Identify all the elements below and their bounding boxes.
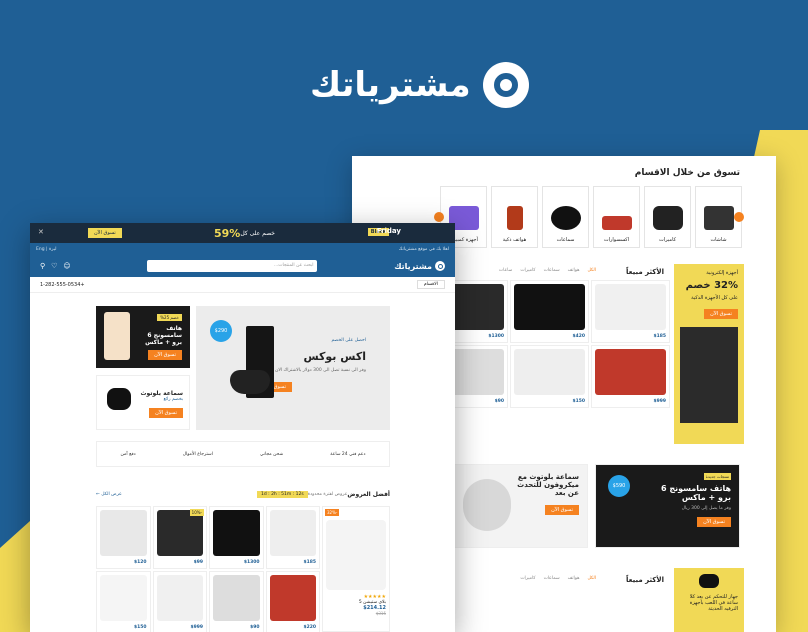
site-logo[interactable]: مشترياتك bbox=[394, 261, 445, 271]
brand-header: مشترياتك bbox=[310, 62, 529, 108]
section-tabs-2: الكل هواتف سماعات كاميرات bbox=[520, 576, 596, 581]
side-banner-button[interactable]: تسوق الآن bbox=[149, 408, 183, 418]
hero-kicker: احصل على الخصم bbox=[331, 338, 366, 343]
speaker-banner: سماعة بلوتوث مع ميكروفون للتحدث عن بعد ت… bbox=[448, 464, 588, 548]
hero-title: اكس بوكس bbox=[303, 350, 366, 363]
cart-icon[interactable]: ⚲ bbox=[40, 262, 45, 270]
services-bar: دعم فني 24 ساعة شحن مجاني استرجاع الأموا… bbox=[96, 441, 390, 467]
product-card[interactable]: $90 bbox=[209, 571, 264, 632]
category-tile[interactable]: اكسسوارات bbox=[593, 186, 640, 248]
brand-name: مشترياتك bbox=[310, 65, 471, 105]
categories-title: تسوق من خلال الاقسام bbox=[634, 168, 740, 178]
hero-slider: احصل على الخصم اكس بوكس وفر الى نسبة تصل… bbox=[196, 306, 390, 430]
service-item: استرجاع الأموال bbox=[182, 451, 213, 457]
categories-row: شاشات كاميرات اكسسوارات سماعات هواتف ذكي… bbox=[440, 186, 742, 248]
deals-title: أفضل العروض bbox=[347, 490, 390, 498]
promo-banner-2: جهاز للتحكم عن بعد كلا ساعة في اللعب بأج… bbox=[674, 568, 744, 632]
user-icon[interactable]: ☺ bbox=[63, 262, 70, 270]
product-card[interactable]: $150 bbox=[96, 571, 151, 632]
brand-logo-icon bbox=[482, 62, 529, 108]
featured-deal-card[interactable]: -32% ★★★★★ بلاي ستيشن 5 $214.12 $315 bbox=[322, 506, 390, 632]
tab[interactable]: ساعات bbox=[499, 268, 512, 273]
close-icon[interactable]: ✕ bbox=[38, 228, 44, 236]
tab[interactable]: هواتف bbox=[568, 576, 580, 581]
banner-button[interactable]: تسوق الآن bbox=[545, 505, 579, 515]
categories-dropdown[interactable]: الاقسام bbox=[416, 280, 445, 289]
tab[interactable]: الكل bbox=[587, 576, 596, 581]
deals-subtitle: عروض لفترة محدودة bbox=[307, 491, 348, 497]
next-arrow-icon[interactable] bbox=[734, 212, 744, 222]
promo-text: خصم على كل bbox=[240, 229, 276, 237]
tab[interactable]: كاميرات bbox=[520, 268, 535, 273]
product-card[interactable]: $185 bbox=[591, 280, 670, 343]
deals-timer: 1d : 2h : 51m : 12s bbox=[256, 490, 308, 498]
welcome-text: اهلا بك في موقع مشترياتك bbox=[398, 246, 449, 252]
product-card[interactable]: $120 bbox=[96, 506, 151, 569]
side-banner-button[interactable]: تسوق الآن bbox=[148, 350, 182, 360]
category-tile[interactable]: هواتف ذكية bbox=[491, 186, 538, 248]
prev-arrow-icon[interactable] bbox=[434, 212, 444, 222]
topbar-shop-button[interactable]: تسوق الآن bbox=[88, 228, 122, 238]
product-card[interactable]: $1300 bbox=[209, 506, 264, 569]
side-banner-phone: خصم 25% هاتف سامسونج 6 برو + ماكس تسوق ا… bbox=[96, 306, 190, 368]
promo-topbar: Black Friday خصم على كل 59% تسوق الآن ✕ bbox=[30, 223, 455, 243]
product-card[interactable]: $999 bbox=[152, 571, 207, 632]
category-tile[interactable]: كاميرات bbox=[644, 186, 691, 248]
search-input[interactable]: ابحث عن المنتجات... bbox=[147, 260, 318, 272]
nav-bar: الاقسام +1-282-555-0534 bbox=[30, 277, 455, 293]
promo-button[interactable]: تسوق الآن bbox=[704, 309, 738, 319]
section-title-2: الأكثر مبيعاً bbox=[626, 576, 664, 584]
logo-icon bbox=[435, 261, 445, 271]
service-item: دعم فني 24 ساعة bbox=[330, 451, 366, 457]
side-banner-earbuds: سماعة بلوتوث بخصم رائع تسوق الآن bbox=[96, 375, 190, 430]
tab[interactable]: كاميرات bbox=[520, 576, 535, 581]
service-item: شحن مجاني bbox=[259, 451, 284, 457]
language-currency[interactable]: ليرة | Eng bbox=[36, 247, 57, 252]
promo-percent: 59% bbox=[213, 226, 241, 240]
category-tile[interactable]: سماعات bbox=[542, 186, 589, 248]
section-tabs: الكل هواتف سماعات كاميرات ساعات bbox=[499, 268, 596, 273]
featured-deal-old-price: $315 bbox=[375, 611, 386, 616]
deals-header: أفضل العروض عروض لفترة محدودة 1d : 2h : … bbox=[96, 488, 390, 500]
promo-banner: أجهزة إلكترونية 32% خصم على كل الأجهزة ا… bbox=[674, 264, 744, 444]
new-phone-banner: منتجات جديدة هاتف سامسونج 6 برو + ماكس و… bbox=[595, 464, 740, 548]
service-item: دفع آمن bbox=[120, 451, 136, 457]
banner-button[interactable]: تسوق الآن bbox=[697, 517, 731, 527]
tab[interactable]: الكل bbox=[587, 268, 596, 273]
product-card[interactable]: $420 bbox=[510, 280, 589, 343]
product-card[interactable]: $999 bbox=[591, 345, 670, 408]
view-all-link[interactable]: عرض الكل ← bbox=[96, 492, 122, 497]
header-icons: ☺ ♡ ⚲ bbox=[40, 262, 71, 270]
front-page-preview: Black Friday خصم على كل 59% تسوق الآن ✕ … bbox=[30, 223, 455, 632]
product-card[interactable]: $185 bbox=[265, 506, 320, 569]
tab[interactable]: سماعات bbox=[544, 576, 560, 581]
site-header: مشترياتك ابحث عن المنتجات... ☺ ♡ ⚲ bbox=[30, 255, 455, 277]
heart-icon[interactable]: ♡ bbox=[51, 262, 57, 270]
tab[interactable]: هواتف bbox=[568, 268, 580, 273]
product-card[interactable]: $150 bbox=[510, 345, 589, 408]
product-card[interactable]: -10% $99 bbox=[152, 506, 207, 569]
info-bar: اهلا بك في موقع مشترياتك ليرة | Eng bbox=[30, 243, 455, 255]
hero-desc: وفر الى نسبة تصل الى 300 دولار بالاشتراك… bbox=[275, 368, 366, 373]
product-card[interactable]: $220 bbox=[265, 571, 320, 632]
controller-image bbox=[230, 370, 270, 394]
section-title: الأكثر مبيعاً bbox=[626, 268, 664, 276]
phone-number: +1-282-555-0534 bbox=[40, 281, 85, 288]
friday-label: Friday bbox=[376, 227, 401, 235]
hero-price-badge: $290 bbox=[210, 320, 232, 342]
deals-grid: $185 $1300 -10% $99 $120 $220 $90 $999 $1… bbox=[96, 506, 320, 632]
tab[interactable]: سماعات bbox=[544, 268, 560, 273]
price-badge: $590 bbox=[608, 475, 630, 497]
